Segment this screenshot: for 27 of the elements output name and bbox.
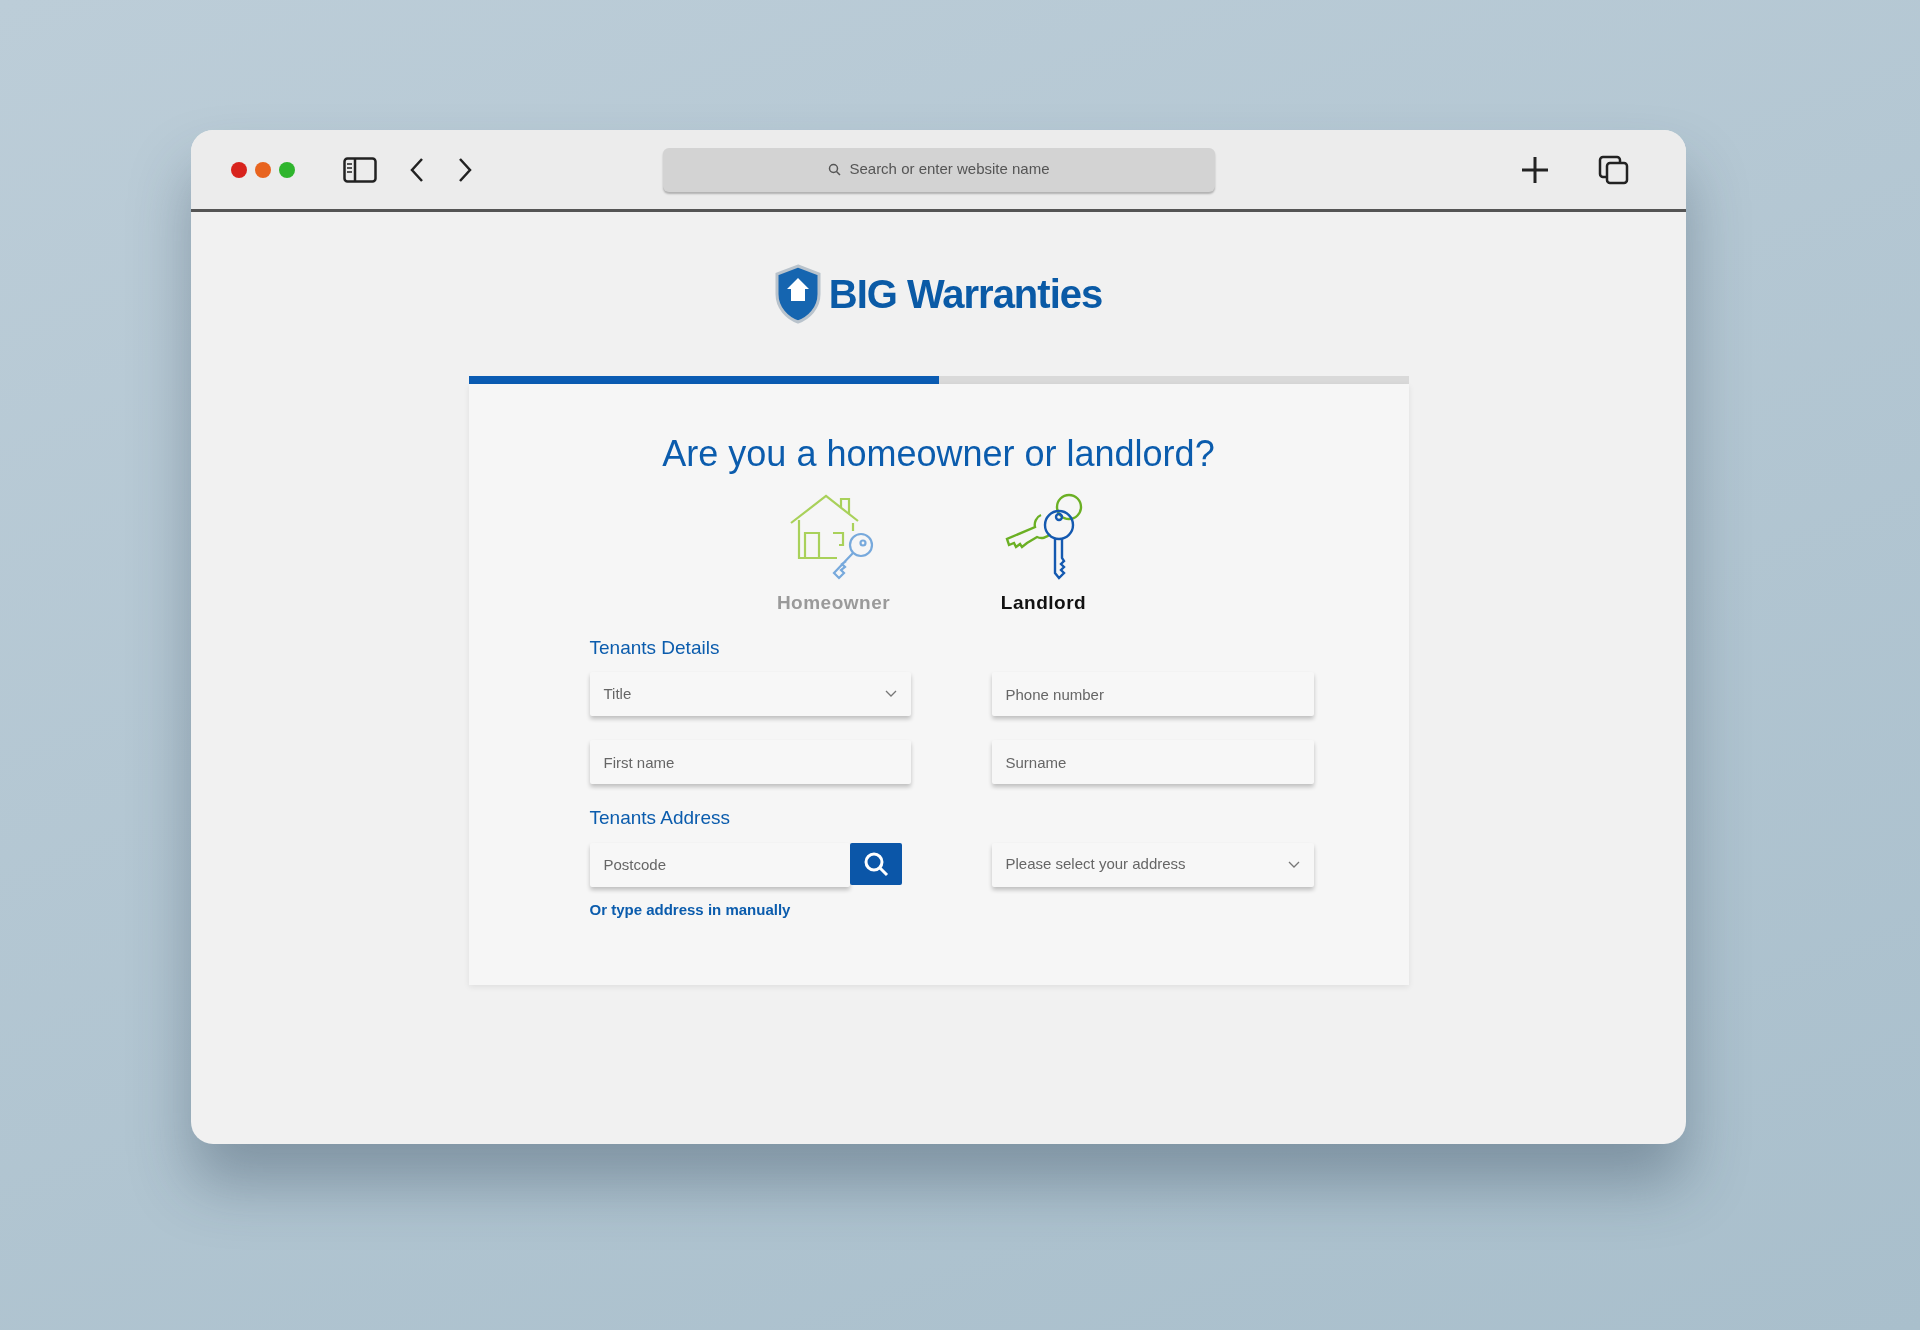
account-type-option[interactable]: Landlord (963, 493, 1124, 618)
dropdown-field[interactable]: Please select your address (991, 842, 1314, 887)
shield-house-icon (774, 264, 821, 324)
minimize-window-button[interactable] (255, 161, 271, 178)
input-field[interactable]: Phone number (991, 672, 1314, 717)
input-field[interactable]: Surname (991, 740, 1314, 785)
chevron-down-icon (1287, 860, 1300, 869)
forward-icon[interactable] (457, 156, 473, 183)
new-tab-icon[interactable] (1520, 154, 1550, 185)
form-heading: Are you a homeowner or landlord? (661, 432, 1216, 476)
sidebar-icon[interactable] (343, 156, 377, 183)
address-placeholder: Search or enter website name (849, 159, 1050, 180)
section-title: Tenants Details (589, 635, 721, 660)
section-title: Tenants Address (589, 806, 731, 831)
search-icon (828, 163, 842, 176)
back-icon[interactable] (409, 156, 425, 183)
address-bar[interactable]: Search or enter website name (663, 147, 1215, 192)
chevron-down-icon (884, 690, 897, 699)
input-field[interactable]: First name (589, 740, 911, 785)
close-window-button[interactable] (231, 161, 247, 178)
manual-address-link[interactable]: Or type address in manually (589, 898, 791, 922)
search-button[interactable] (849, 842, 902, 885)
dropdown-field[interactable]: Title (589, 672, 911, 717)
input-field[interactable]: Postcode (589, 842, 850, 887)
tabs-overview-icon[interactable] (1598, 154, 1630, 185)
logo-text: BIG Warranties (828, 271, 1103, 318)
search-icon (862, 850, 889, 877)
